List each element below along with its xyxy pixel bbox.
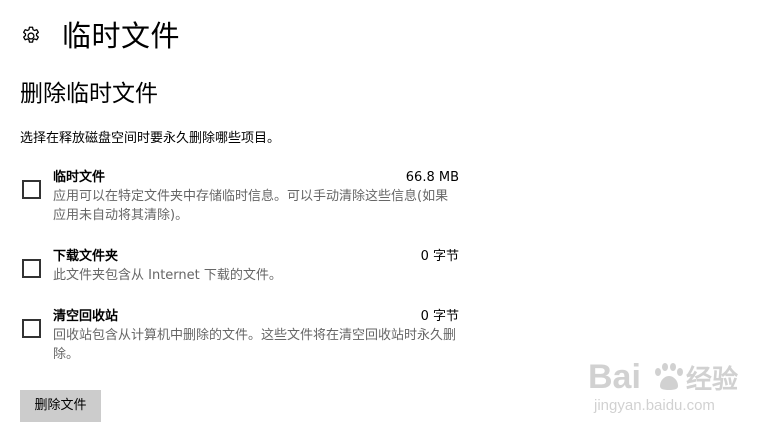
watermark-brand-suffix: 经验 xyxy=(686,364,738,395)
watermark-url: jingyan.baidu.com xyxy=(593,397,715,414)
watermark-brand: Bai xyxy=(588,358,641,396)
page-title: 临时文件 xyxy=(62,18,181,53)
option-name: 下载文件夹 xyxy=(53,249,119,264)
delete-files-button[interactable]: 删除文件 xyxy=(20,390,101,422)
downloads-checkbox[interactable] xyxy=(22,259,41,278)
option-size: 66.8 MB xyxy=(405,170,459,185)
option-name: 临时文件 xyxy=(53,170,106,185)
paw-icon xyxy=(655,363,683,390)
section-title: 删除临时文件 xyxy=(20,81,158,107)
recycle-bin-checkbox[interactable] xyxy=(22,319,41,338)
option-description: 回收站包含从计算机中删除的文件。这些文件将在清空回收站时永久删除。 xyxy=(53,328,457,362)
recycle-bin-text: 清空回收站 0 字节 回收站包含从计算机中删除的文件。这些文件将在清空回收站时永… xyxy=(53,307,459,364)
downloads-text: 下载文件夹 0 字节 此文件夹包含从 Internet 下载的文件。 xyxy=(53,247,459,285)
gear-icon xyxy=(20,25,42,47)
option-description: 此文件夹包含从 Internet 下载的文件。 xyxy=(53,268,282,283)
baidu-watermark-logo: Bai 经验 jingyan.baidu.com xyxy=(586,350,756,416)
temp-files-text: 临时文件 66.8 MB 应用可以在特定文件夹中存储临时信息。可以手动清除这些信… xyxy=(53,168,459,225)
instruction-text: 选择在释放磁盘空间时要永久删除哪些项目。 xyxy=(20,131,281,146)
option-description: 应用可以在特定文件夹中存储临时信息。可以手动清除这些信息(如果应用未自动将其清除… xyxy=(53,189,449,223)
option-size: 0 字节 xyxy=(420,249,459,264)
option-size: 0 字节 xyxy=(420,309,459,324)
option-downloads: 下载文件夹 0 字节 此文件夹包含从 Internet 下载的文件。 xyxy=(20,247,462,291)
option-recycle-bin: 清空回收站 0 字节 回收站包含从计算机中删除的文件。这些文件将在清空回收站时永… xyxy=(20,307,462,367)
temp-files-checkbox[interactable] xyxy=(22,180,41,199)
page-header: 临时文件 xyxy=(20,14,180,58)
option-temp-files: 临时文件 66.8 MB 应用可以在特定文件夹中存储临时信息。可以手动清除这些信… xyxy=(20,168,462,228)
option-name: 清空回收站 xyxy=(53,309,119,324)
